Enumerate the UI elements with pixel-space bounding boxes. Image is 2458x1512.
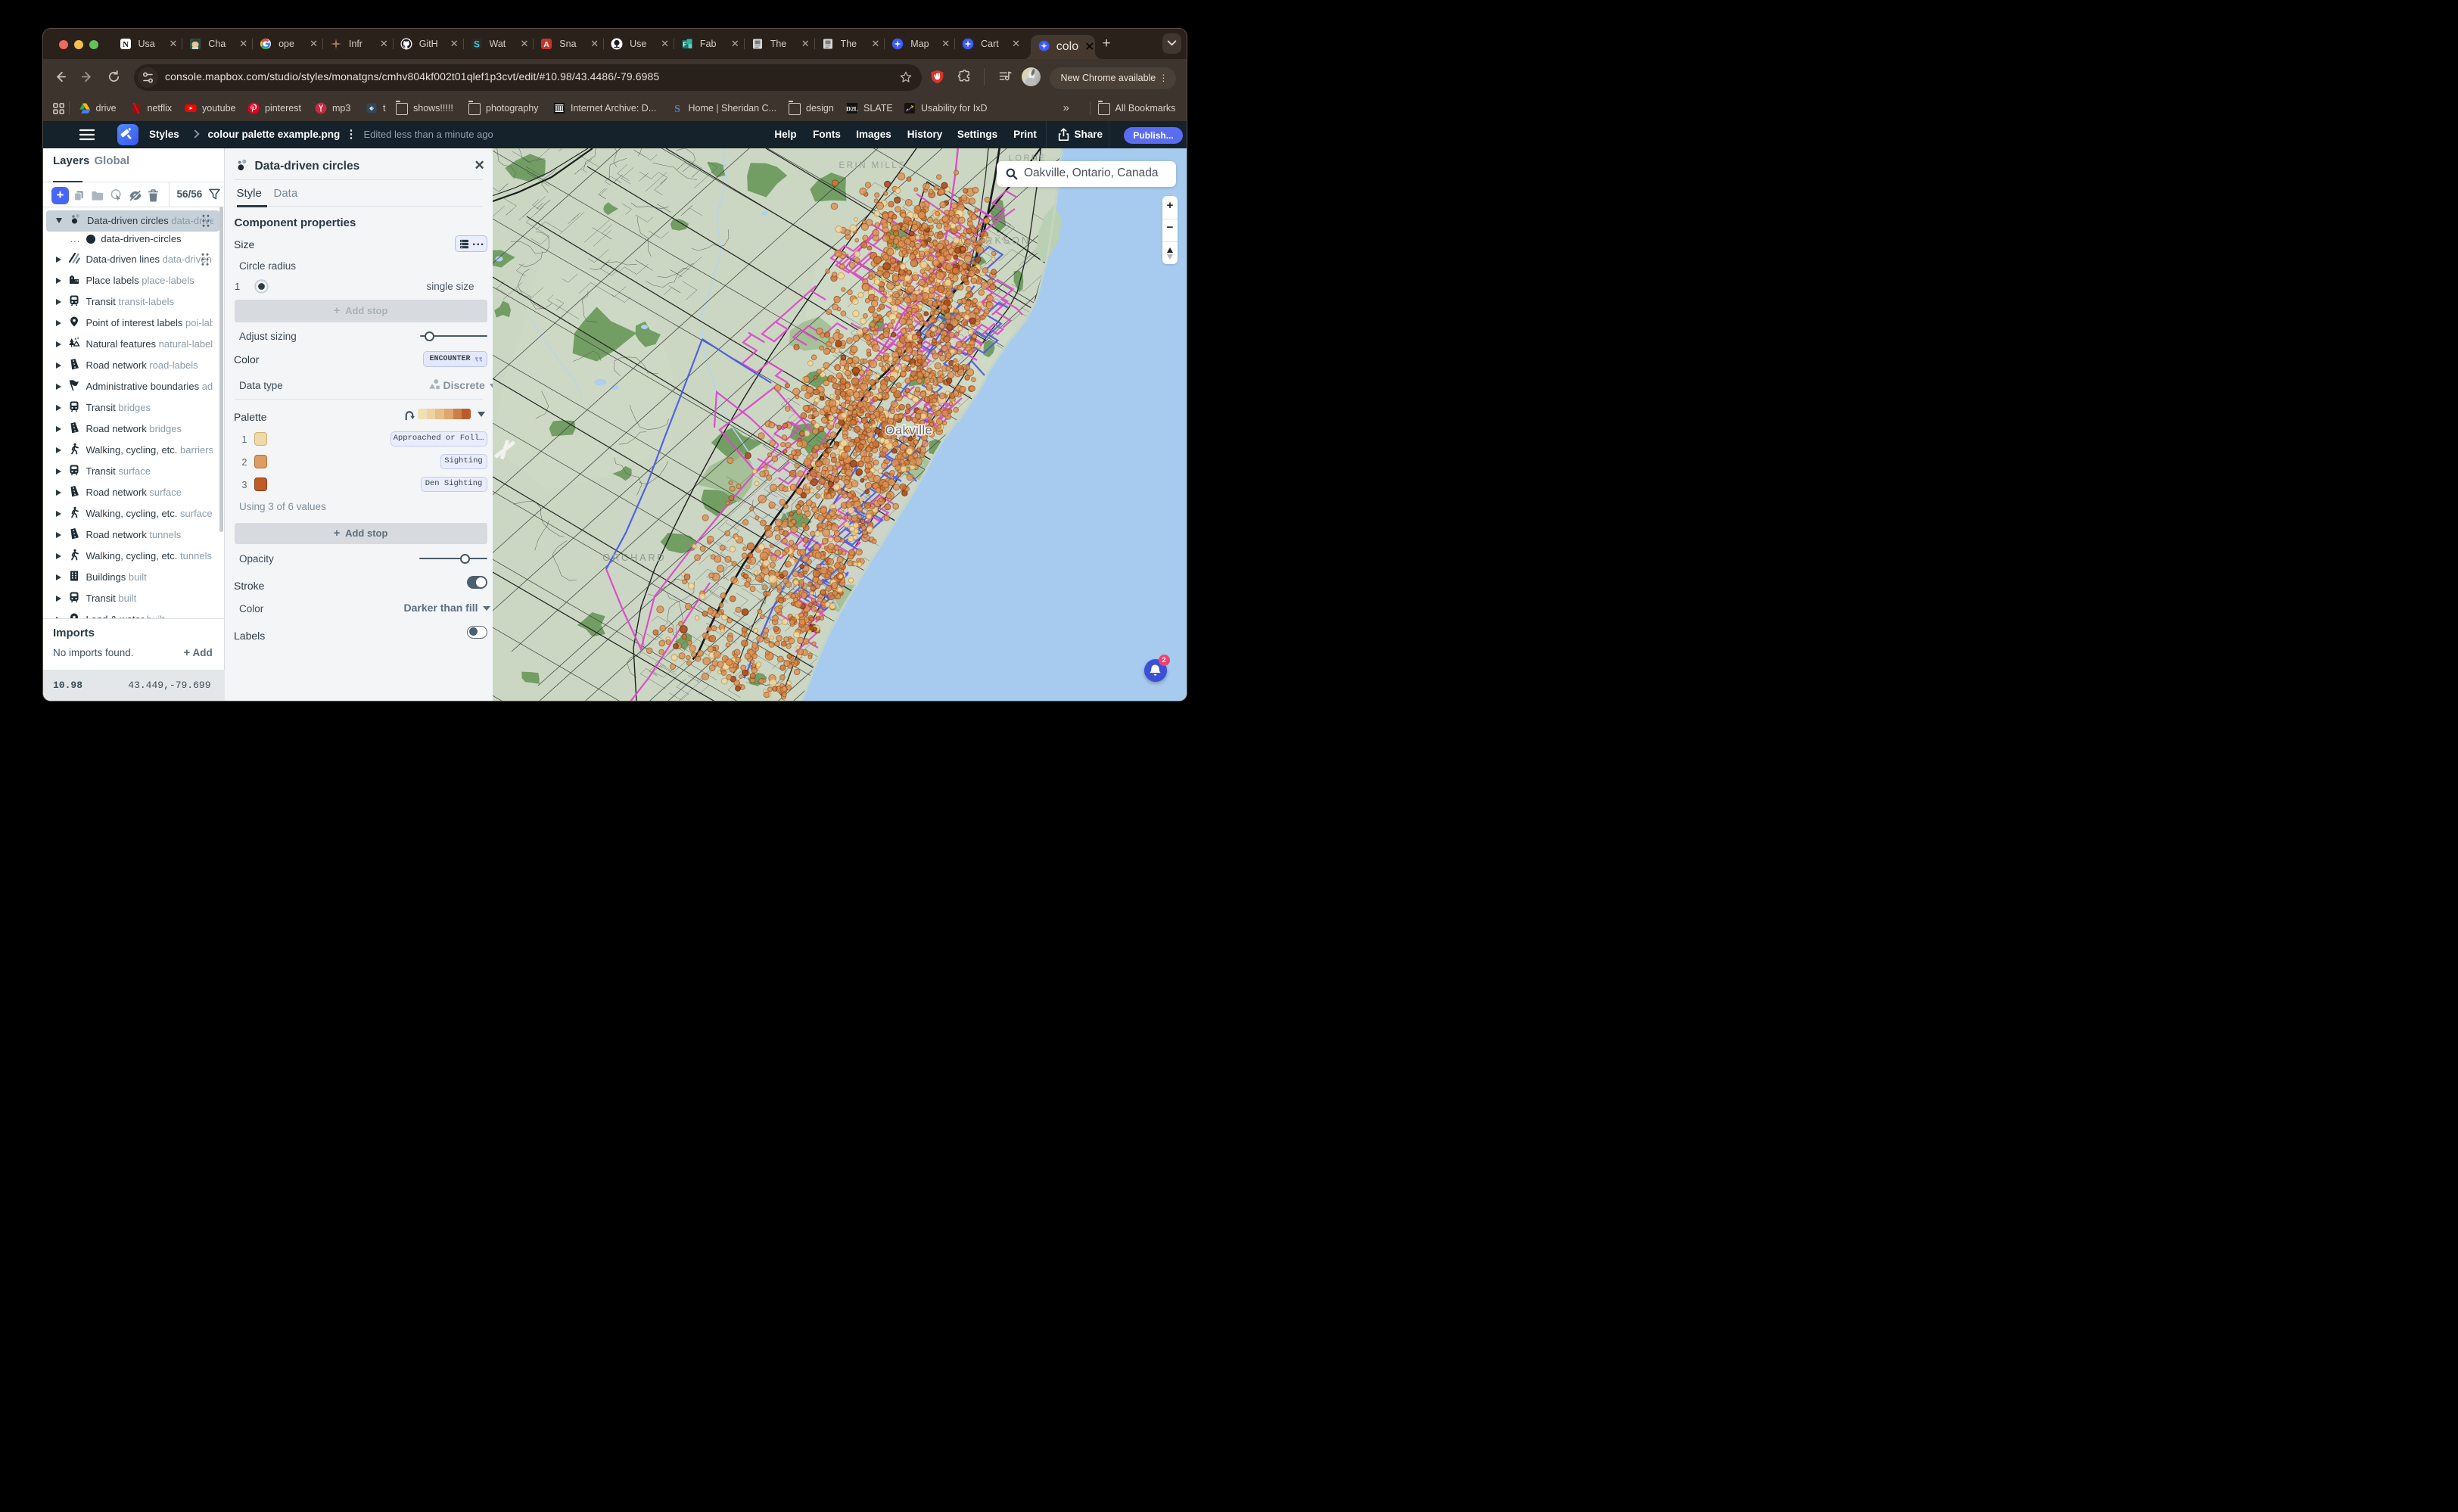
svg-text:ERIN MILLS: ERIN MILLS bbox=[839, 161, 906, 170]
svg-text:F: F bbox=[683, 41, 686, 48]
svg-text:N: N bbox=[123, 40, 129, 49]
svg-text:CLARKSON: CLARKSON bbox=[960, 235, 1031, 246]
svg-text:ORCHARD: ORCHARD bbox=[602, 552, 666, 563]
svg-text:S: S bbox=[674, 104, 680, 114]
svg-text:D2L: D2L bbox=[846, 104, 858, 112]
svg-text:S: S bbox=[473, 39, 479, 49]
svg-text:A: A bbox=[544, 40, 550, 49]
svg-text:BRONTE: BRONTE bbox=[761, 582, 814, 593]
svg-text:Oakville: Oakville bbox=[885, 424, 932, 437]
